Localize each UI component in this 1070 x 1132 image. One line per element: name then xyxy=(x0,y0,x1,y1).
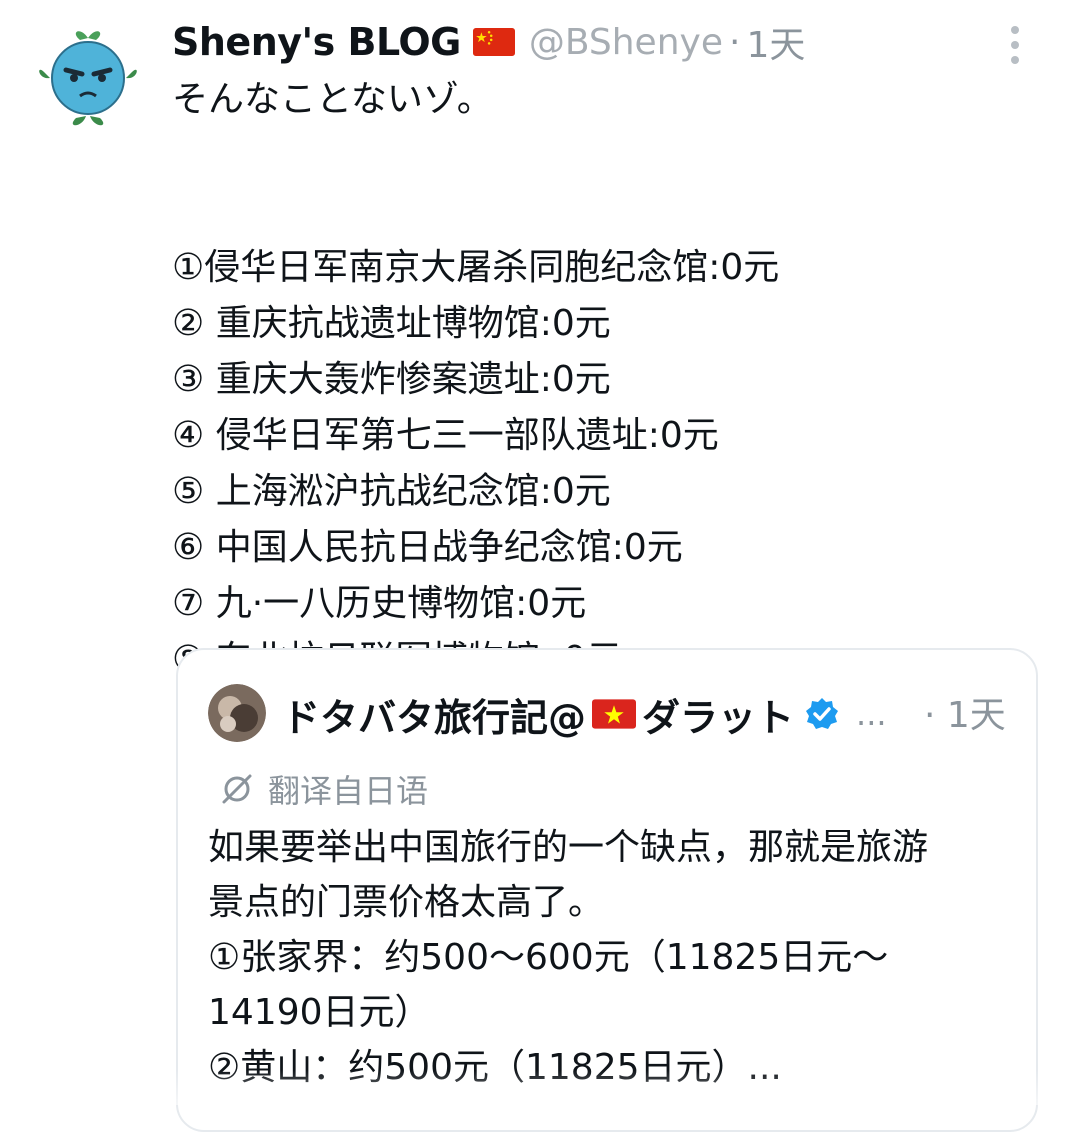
translate-indicator[interactable]: 翻译自日语 xyxy=(220,764,428,814)
quoted-header: ドタバタ旅行記@ ダラット ... xyxy=(282,684,887,744)
list-item: ③ 重庆大轰炸惨案遗址:0元 xyxy=(172,359,611,400)
translate-icon xyxy=(222,774,252,804)
post-text-line: そんなことないゾ。 xyxy=(172,79,493,120)
translate-label: 翻译自日语 xyxy=(268,772,429,810)
quoted-author-name-part1[interactable]: ドタバタ旅行記@ xyxy=(282,687,586,742)
quoted-body: 如果要举出中国旅行的一个缺点，那就是旅游 景点的门票价格太高了。 ①张家界：约5… xyxy=(208,820,1008,1095)
author-handle[interactable]: @BShenye xyxy=(529,22,723,63)
quoted-timestamp[interactable]: · 1天 xyxy=(924,686,1006,738)
quoted-text-line: 如果要举出中国旅行的一个缺点，那就是旅游 xyxy=(208,827,929,868)
vietnam-flag-icon xyxy=(592,699,637,729)
more-vertical-icon[interactable] xyxy=(1000,22,1030,68)
quoted-post-card[interactable]: ドタバタ旅行記@ ダラット ... · 1天 翻译自日语 如果要举出中国旅行的一… xyxy=(176,648,1038,1132)
post-header: Sheny's BLOG @BShenye · 1天 xyxy=(172,14,805,70)
author-name[interactable]: Sheny's BLOG xyxy=(172,20,461,64)
tweet-post: Sheny's BLOG @BShenye · 1天 そんなことないゾ。 ①侵华… xyxy=(0,0,1070,1132)
quoted-text-line: ①张家界：约500～600元（11825日元～ xyxy=(208,937,889,978)
china-flag-icon xyxy=(472,28,515,56)
quoted-author-avatar[interactable] xyxy=(208,684,266,742)
list-item: ⑦ 九·一八历史博物馆:0元 xyxy=(172,583,587,624)
quoted-text-line: 景点的门票价格太高了。 xyxy=(208,882,605,923)
quoted-text-line: 14190日元） xyxy=(208,992,431,1033)
post-timestamp[interactable]: 1天 xyxy=(746,16,805,68)
quoted-ellipsis: ... xyxy=(856,695,887,733)
list-item: ①侵华日军南京大屠杀同胞纪念馆:0元 xyxy=(172,247,780,288)
list-item: ⑤ 上海淞沪抗战纪念馆:0元 xyxy=(172,471,611,512)
bottom-fade xyxy=(0,1070,1070,1105)
list-item: ④ 侵华日军第七三一部队遗址:0元 xyxy=(172,415,719,456)
author-avatar[interactable] xyxy=(36,24,140,128)
post-body: そんなことないゾ。 ①侵华日军南京大屠杀同胞纪念馆:0元 ② 重庆抗战遗址博物馆… xyxy=(172,72,1052,688)
verified-badge-icon xyxy=(806,698,839,729)
separator-dot: · xyxy=(728,21,741,63)
list-item: ⑥ 中国人民抗日战争纪念馆:0元 xyxy=(172,527,683,568)
quoted-author-name-part2[interactable]: ダラット xyxy=(642,687,794,742)
list-item: ② 重庆抗战遗址博物馆:0元 xyxy=(172,303,611,344)
